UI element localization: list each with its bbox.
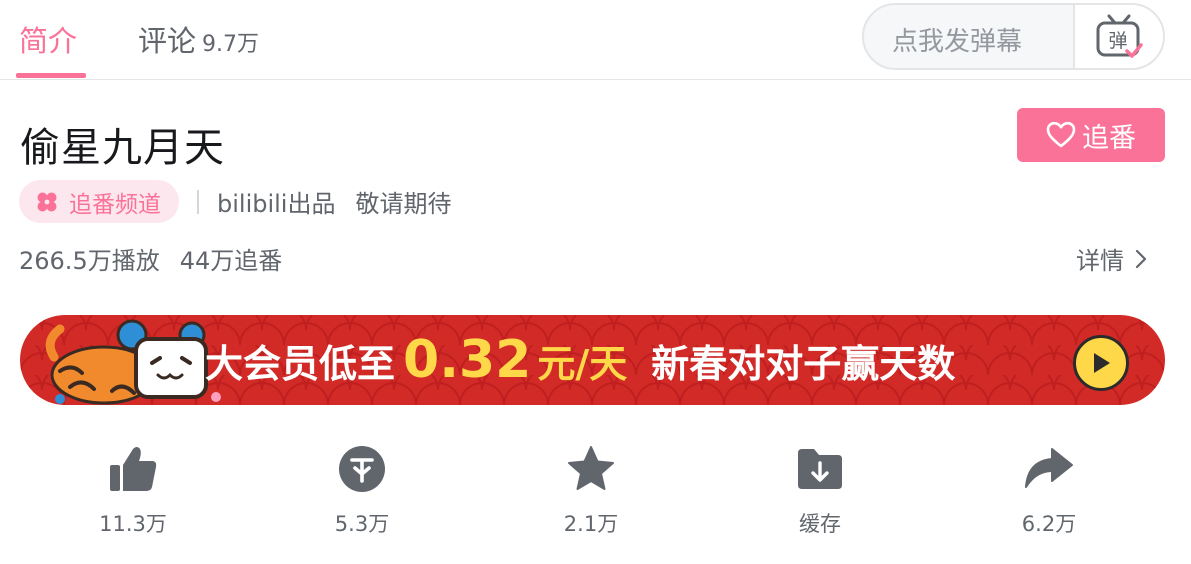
- danmaku-glyph: 弹: [1108, 30, 1127, 52]
- banner-text: 大会员低至 0.32 元/天 新春对对子赢天数: [205, 315, 955, 405]
- coin-button[interactable]: 5.3万: [302, 440, 422, 540]
- promo-banner[interactable]: 大会员低至 0.32 元/天 新春对对子赢天数: [20, 315, 1165, 405]
- clover-icon: [37, 192, 57, 211]
- cache-icon-wrap: [796, 440, 844, 498]
- show-title: 偷星九月天: [20, 125, 225, 171]
- share-button[interactable]: 6.2万: [989, 440, 1109, 540]
- share-count: 6.2万: [1021, 512, 1077, 536]
- danmaku-tv-icon: 弹: [1096, 14, 1143, 58]
- chevron-right-icon: [1135, 249, 1147, 268]
- heart-icon: [1046, 121, 1076, 148]
- producer-label: bilibili出品: [217, 190, 336, 218]
- star-icon: [568, 446, 614, 490]
- tab-bar: 简介 评论 9.7万 点我发弹幕 弹: [0, 0, 1191, 80]
- favorite-button[interactable]: 2.1万: [531, 440, 651, 540]
- cache-icon: [798, 449, 842, 489]
- banner-text-after: 新春对对子赢天数: [651, 341, 956, 386]
- meta-row: 追番频道 bilibili出品 敬请期待: [19, 180, 451, 223]
- cache-button[interactable]: 缓存: [760, 440, 880, 540]
- action-bar: 11.3万 5.3万 2.1万 缓存 6.2万: [19, 440, 1165, 540]
- follow-count: 44万追番: [179, 247, 283, 275]
- details-link[interactable]: 详情: [1076, 241, 1148, 276]
- favorite-icon-wrap: [566, 440, 616, 498]
- danmaku-input[interactable]: 点我发弹幕 弹: [862, 3, 1165, 70]
- like-button[interactable]: 11.3万: [73, 440, 193, 540]
- release-status: 敬请期待: [355, 190, 452, 218]
- cache-label: 缓存: [799, 512, 841, 536]
- coin-count: 5.3万: [334, 512, 390, 536]
- coin-icon: [339, 446, 385, 492]
- show-stats: 266.5万播放 44万追番: [19, 241, 282, 276]
- banner-text-before: 大会员低至: [205, 341, 396, 386]
- active-tab-indicator: [16, 73, 86, 78]
- tiger-mascot-icon: [45, 319, 221, 405]
- comments-count: 9.7万: [202, 32, 260, 57]
- meta-divider: [197, 189, 199, 214]
- channel-tag-label: 追番频道: [69, 191, 161, 218]
- share-icon-wrap: [1024, 440, 1074, 498]
- tab-comments[interactable]: 评论 9.7万: [138, 18, 259, 62]
- coin-icon-wrap: [338, 440, 386, 498]
- danmaku-placeholder: 点我发弹幕: [892, 27, 1023, 57]
- like-count: 11.3万: [99, 512, 167, 536]
- tab-intro-label: 简介: [19, 24, 78, 58]
- banner-play-button[interactable]: [1073, 335, 1129, 391]
- follow-button-label: 追番: [1082, 122, 1136, 154]
- play-icon: [1094, 353, 1110, 373]
- play-count: 266.5万播放: [19, 247, 160, 275]
- thumbs-up-icon: [110, 447, 157, 491]
- share-icon: [1025, 448, 1073, 488]
- follow-button[interactable]: 追番: [1017, 108, 1165, 162]
- danmaku-settings-button[interactable]: 弹: [1073, 5, 1163, 68]
- tab-intro[interactable]: 简介: [19, 18, 77, 62]
- like-icon-wrap: [108, 440, 158, 498]
- favorite-count: 2.1万: [563, 512, 619, 536]
- banner-price-unit: 元/天: [537, 341, 628, 386]
- tab-comments-label: 评论: [138, 24, 197, 58]
- channel-tag[interactable]: 追番频道: [19, 180, 179, 223]
- details-label: 详情: [1076, 247, 1124, 275]
- banner-price: 0.32: [403, 330, 532, 390]
